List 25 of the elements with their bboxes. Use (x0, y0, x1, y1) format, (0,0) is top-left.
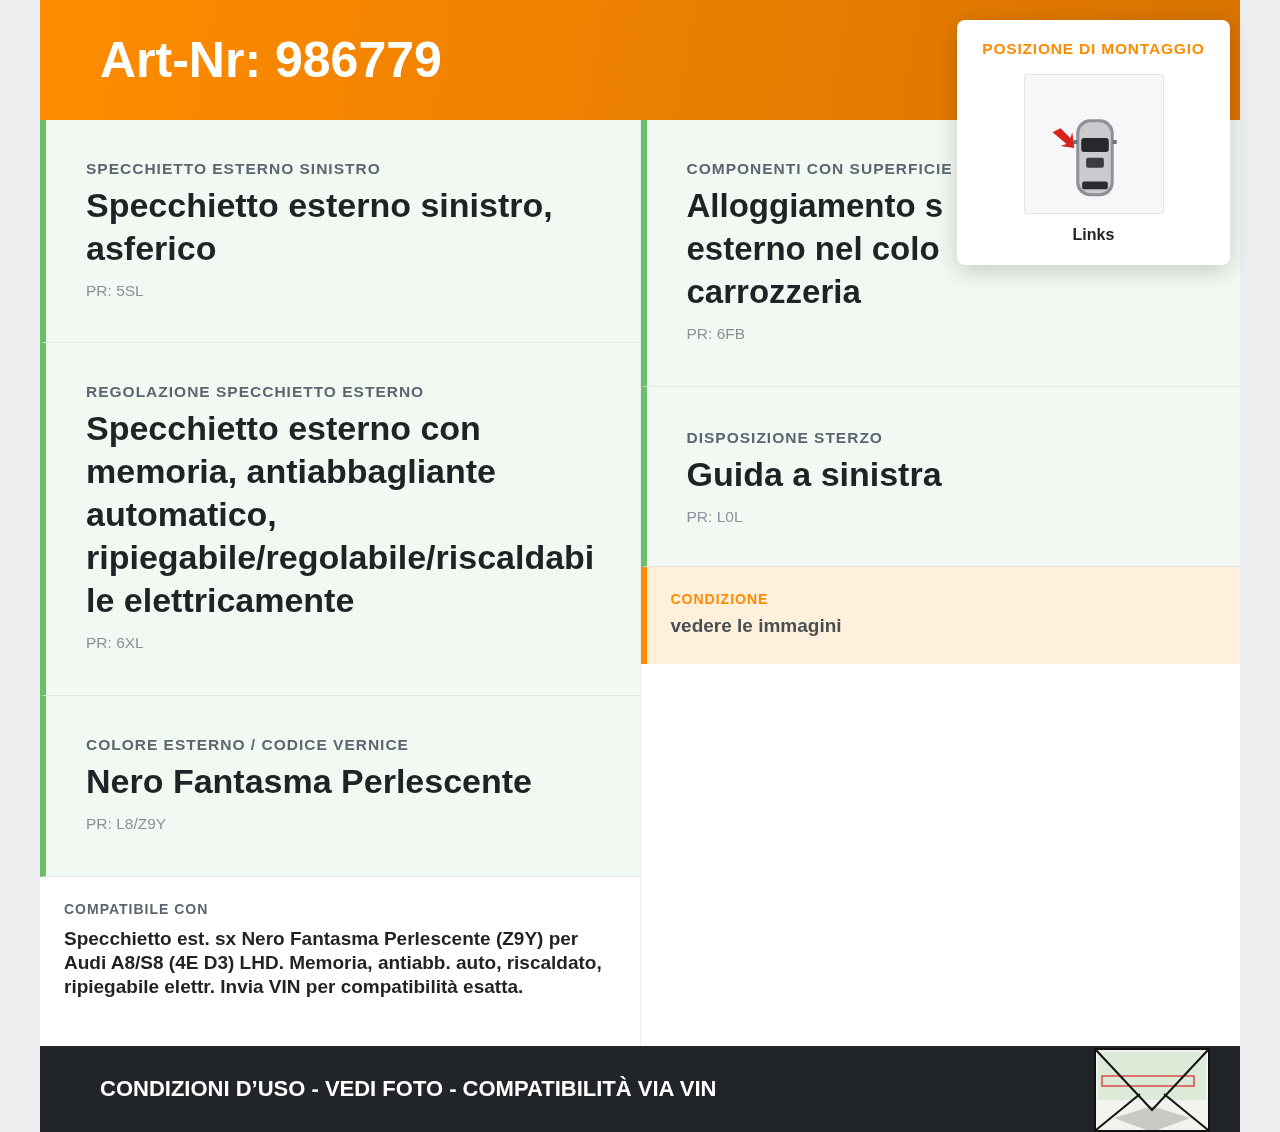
spec-title: Specchietto esterno con memoria, antiabbagliante automatico, ripiegabile/regolabile/riscaldabile elettricamente (86, 408, 596, 621)
compat-label: COMPATIBILE CON (64, 901, 210, 917)
pr-code: PR: L8/Z9Y (86, 815, 168, 833)
spec-label: COMPONENTI CON SUPERFICIE (686, 160, 954, 178)
spec-title: Guida a sinistra (686, 454, 943, 495)
compat-text: Specchietto est. sx Nero Fantasma Perlescente (Z9Y) per Audi A8/S8 (4E D3) LHD. Memoria, antiabb. auto, riscaldato, ripiegabile elettr. Invia VIN per compatibilità esatta. (64, 927, 603, 999)
pr-code: PR: 6XL (86, 634, 145, 652)
article-number: Art-Nr: 986779 (100, 31, 442, 89)
spec-title: esterno nel colo (686, 229, 940, 269)
footer-notice: CONDIZIONI D’USO - VEDI FOTO - COMPATIBILITÀ VIA VIN (100, 1076, 717, 1102)
condition-label: CONDIZIONE (670, 591, 770, 607)
pr-code: PR: L0L (686, 508, 744, 526)
spec-label: DISPOSIZIONE STERZO (686, 429, 884, 447)
spec-title: Specchietto esterno sinistro, asferico (86, 185, 554, 269)
spec-label: COLORE ESTERNO / CODICE VERNICE (86, 736, 410, 754)
spec-title: Nero Fantasma Perlescente (86, 761, 533, 802)
condition-text: vedere le immagini (670, 615, 843, 637)
pr-code: PR: 5SL (86, 282, 145, 300)
spec-title: Alloggiamento s (686, 186, 944, 226)
spec-label: SPECCHIETTO ESTERNO SINISTRO (86, 160, 382, 178)
popup-heading: POSIZIONE DI MONTAGGIO (982, 40, 1205, 58)
position-caption: Links (1072, 226, 1115, 244)
spec-label: REGOLAZIONE SPECCHIETTO ESTERNO (86, 383, 426, 401)
spec-title: carrozzeria (686, 272, 861, 312)
pr-code: PR: 6FB (686, 325, 747, 343)
